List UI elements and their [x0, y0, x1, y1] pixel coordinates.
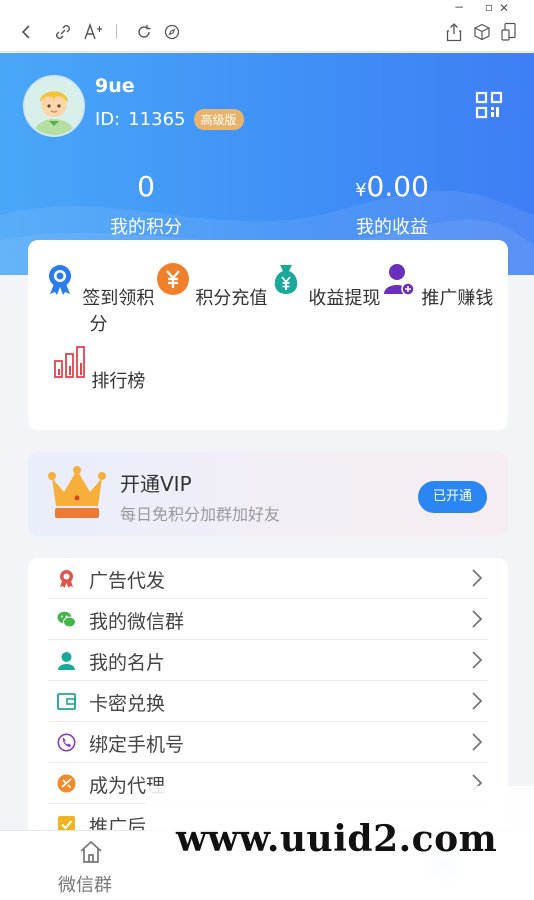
- text-size-icon[interactable]: [84, 23, 104, 41]
- toolbar-divider: [116, 24, 117, 38]
- quick-action-recharge[interactable]: 积分充值: [155, 262, 268, 310]
- agent-icon: [57, 774, 76, 793]
- cube-icon[interactable]: [473, 23, 491, 41]
- bar-chart-icon: [53, 346, 85, 378]
- quick-action-withdraw[interactable]: 收益提现: [268, 262, 381, 310]
- quick-action-label: 积分充值: [195, 288, 268, 309]
- wallet-icon: [57, 693, 76, 710]
- earnings-label: 我的收益: [356, 217, 428, 238]
- refresh-icon[interactable]: [136, 24, 152, 40]
- quick-action-leaderboard[interactable]: 排行榜: [42, 345, 155, 393]
- user-id: ID: 11365 高级版: [95, 109, 244, 130]
- phone-icon: [57, 733, 76, 752]
- menu-item-label: 卡密兑换: [89, 693, 166, 715]
- quick-action-label: 推广赚钱: [421, 288, 494, 309]
- close-window-icon[interactable]: ✕: [497, 0, 511, 15]
- points-stat[interactable]: 0 我的积分: [46, 171, 246, 239]
- browser-toolbar: ✕ ▫ −: [0, 0, 534, 52]
- quick-actions-card: 签到领积分 积分充值 收益提现 推广赚钱 排行榜: [28, 240, 508, 430]
- clipboard-icon[interactable]: [500, 22, 518, 42]
- wechat-icon: [57, 611, 76, 628]
- menu-item-label: 广告代发: [89, 570, 166, 592]
- avatar-image: [25, 77, 83, 135]
- link-icon[interactable]: [54, 23, 72, 41]
- earnings-value: ¥0.00: [355, 170, 429, 203]
- maximize-window-icon[interactable]: ▫: [482, 0, 496, 15]
- menu-item-card-redeem[interactable]: 卡密兑换: [48, 681, 488, 722]
- qr-code-icon[interactable]: [475, 91, 503, 119]
- chevron-right-icon: [472, 692, 483, 710]
- vip-activated-button[interactable]: 已开通: [418, 481, 487, 513]
- menu-item-label: 我的名片: [89, 652, 166, 674]
- user-add-icon: [383, 264, 415, 296]
- minimize-window-icon[interactable]: −: [452, 0, 466, 15]
- menu-item-label: 绑定手机号: [89, 734, 185, 756]
- points-value: 0: [137, 170, 155, 203]
- username: 9ue: [95, 75, 135, 97]
- membership-badge: 高级版: [193, 109, 244, 130]
- chevron-right-icon: [472, 733, 483, 751]
- crown-icon: [48, 466, 106, 518]
- earnings-stat[interactable]: ¥0.00 我的收益: [292, 171, 492, 239]
- quick-action-promote[interactable]: 推广赚钱: [381, 262, 494, 310]
- points-label: 我的积分: [110, 217, 182, 238]
- quick-action-label: 排行榜: [91, 371, 146, 392]
- yen-coin-icon: [156, 263, 189, 295]
- person-card-icon: [58, 652, 75, 670]
- medal-icon: [48, 265, 71, 295]
- watermark-text: www.uuid2.com: [176, 818, 498, 860]
- vip-banner[interactable]: 开通VIP 每日免积分加群加好友 已开通: [28, 452, 508, 536]
- share-icon[interactable]: [446, 22, 462, 42]
- vip-title: 开通VIP: [120, 472, 192, 496]
- menu-item-business-card[interactable]: 我的名片: [48, 640, 488, 681]
- quick-action-label: 收益提现: [308, 288, 381, 309]
- user-id-value: 11365: [128, 109, 186, 130]
- chevron-right-icon: [472, 610, 483, 628]
- menu-item-bind-phone[interactable]: 绑定手机号: [48, 722, 488, 763]
- chevron-right-icon: [472, 651, 483, 669]
- compass-icon[interactable]: [164, 24, 180, 40]
- award-icon: [60, 570, 73, 588]
- menu-item-label: 我的微信群: [89, 611, 185, 633]
- menu-item-wechat-groups[interactable]: 我的微信群: [48, 599, 488, 640]
- tab-wechat-groups[interactable]: 微信群: [58, 871, 112, 897]
- home-icon[interactable]: [78, 839, 104, 865]
- avatar[interactable]: [23, 75, 85, 137]
- quick-action-checkin[interactable]: 签到领积分: [42, 262, 155, 336]
- quick-action-label: 签到领积分: [82, 288, 155, 335]
- vip-subtitle: 每日免积分加群加好友: [120, 505, 281, 524]
- chevron-right-icon: [472, 569, 483, 587]
- money-bag-icon: [274, 265, 297, 294]
- back-icon[interactable]: [20, 24, 32, 40]
- menu-item-ad-posting[interactable]: 广告代发: [48, 558, 488, 599]
- user-id-label: ID:: [95, 109, 121, 130]
